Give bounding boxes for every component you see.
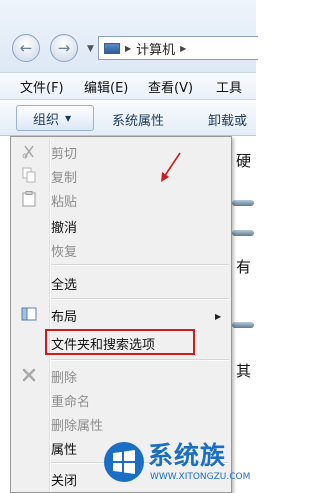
scissors-icon <box>22 145 34 159</box>
breadcrumb-separator-icon[interactable]: ▶ <box>125 44 131 53</box>
menu-item-undo[interactable]: 撤消 <box>51 217 77 236</box>
menu-tools[interactable]: 工具 <box>216 77 242 96</box>
drive-icon[interactable] <box>232 322 254 328</box>
recent-pages-dropdown[interactable]: ▼ <box>87 44 94 54</box>
forward-arrow-icon: → <box>57 38 71 57</box>
menu-item-select-all[interactable]: 全选 <box>51 274 77 293</box>
system-properties-button[interactable]: 系统属性 <box>112 110 164 129</box>
back-arrow-icon: ← <box>19 38 33 57</box>
back-button[interactable]: ← <box>12 34 40 62</box>
menu-item-remove-properties[interactable]: 删除属性 <box>51 415 103 434</box>
section-header-other: 其 <box>236 362 252 380</box>
drive-icon[interactable] <box>232 230 254 236</box>
drive-icon[interactable] <box>232 200 254 206</box>
menu-separator <box>51 265 229 266</box>
navigation-bar: ← → ▼ ▶ 计算机 ▶ <box>0 0 258 72</box>
watermark-text: 系统族 <box>148 441 227 470</box>
menu-item-copy[interactable]: 复制 <box>51 167 77 186</box>
organize-button[interactable]: 组织 ▼ <box>16 105 94 131</box>
section-header-hard-disk: 硬 <box>236 152 252 170</box>
command-toolbar: 组织 ▼ 系统属性 卸载或 <box>0 100 256 136</box>
menu-item-paste[interactable]: 粘贴 <box>51 191 77 210</box>
uninstall-button[interactable]: 卸载或 <box>208 110 247 129</box>
menu-item-close[interactable]: 关闭 <box>51 470 77 489</box>
organize-label: 组织 <box>33 112 60 128</box>
address-bar[interactable]: ▶ 计算机 ▶ <box>98 36 258 60</box>
menu-item-folder-search-options[interactable]: 文件夹和搜索选项 <box>51 334 155 353</box>
menu-bar: 文件(F) 编辑(E) 查看(V) 工具 <box>0 72 256 100</box>
menu-edit[interactable]: 编辑(E) <box>84 77 128 96</box>
menu-item-rename[interactable]: 重命名 <box>51 391 90 410</box>
chevron-down-icon: ▼ <box>65 113 72 123</box>
menu-item-properties[interactable]: 属性 <box>51 439 77 458</box>
menu-item-cut[interactable]: 剪切 <box>51 143 77 162</box>
menu-item-redo[interactable]: 恢复 <box>51 241 77 260</box>
menu-item-delete[interactable]: 删除 <box>51 367 77 386</box>
watermark-url: WWW.XITONGZU.COM <box>150 472 251 482</box>
delete-x-icon <box>22 368 36 382</box>
submenu-arrow-icon: ▶ <box>215 312 222 321</box>
layout-icon <box>21 307 37 321</box>
menu-separator <box>51 299 229 300</box>
section-header-removable: 有 <box>236 258 252 276</box>
menu-item-layout[interactable]: 布局 <box>51 306 77 325</box>
forward-button[interactable]: → <box>50 34 78 62</box>
menu-file[interactable]: 文件(F) <box>20 77 64 96</box>
breadcrumb-computer[interactable]: 计算机 <box>136 39 175 58</box>
computer-icon <box>104 42 120 54</box>
annotation-arrow-icon <box>161 152 181 182</box>
copy-icon <box>22 167 36 183</box>
menu-separator <box>51 360 229 361</box>
menu-view[interactable]: 查看(V) <box>148 77 193 96</box>
paste-icon <box>22 191 36 207</box>
breadcrumb-separator-icon[interactable]: ▶ <box>180 44 186 53</box>
